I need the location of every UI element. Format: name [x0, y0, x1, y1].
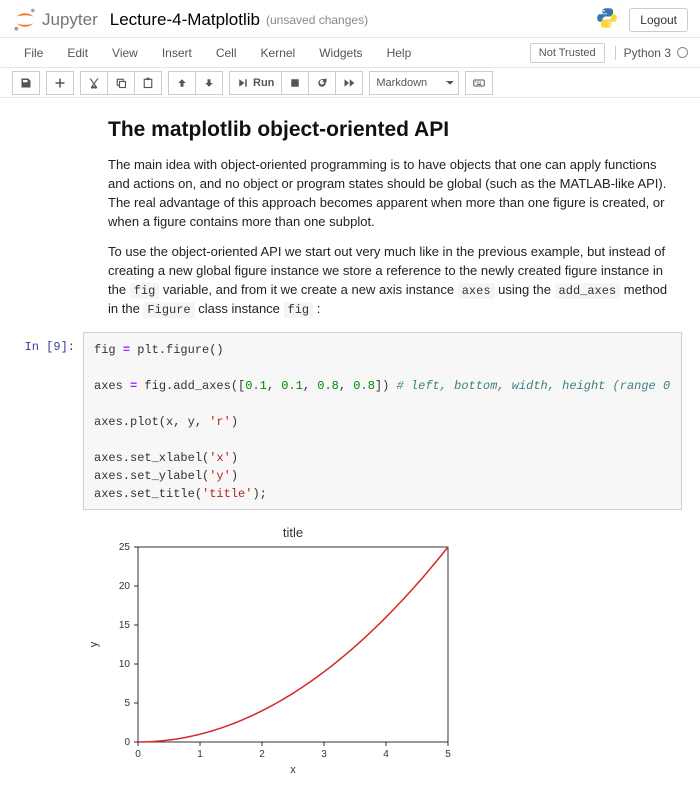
paste-button[interactable] [135, 71, 162, 95]
plus-icon [54, 77, 66, 89]
keyboard-icon [473, 77, 485, 89]
play-step-icon [237, 77, 249, 89]
paragraph-2: To use the object-oriented API we start … [108, 243, 672, 319]
run-all-button[interactable] [336, 71, 363, 95]
markdown-cell[interactable]: The matplotlib object-oriented API The m… [18, 118, 682, 320]
svg-text:15: 15 [119, 620, 131, 631]
fast-forward-icon [343, 77, 355, 89]
logout-button[interactable]: Logout [629, 8, 688, 32]
refresh-icon [316, 77, 328, 89]
svg-text:20: 20 [119, 581, 131, 592]
trusted-indicator[interactable]: Not Trusted [530, 43, 605, 63]
save-button[interactable] [12, 71, 40, 95]
svg-text:x: x [290, 764, 296, 776]
output-prompt [18, 518, 83, 780]
stop-icon [289, 77, 301, 89]
code-input[interactable]: fig = plt.figure() axes = fig.add_axes([… [83, 332, 682, 510]
menu-file[interactable]: File [12, 40, 55, 66]
jupyter-icon [12, 7, 38, 33]
kernel-name: Python 3 [624, 46, 671, 60]
output-plot: 0 1 2 3 4 5 0 5 10 15 20 25 x y title [83, 518, 682, 780]
menu-help[interactable]: Help [375, 40, 424, 66]
svg-text:y: y [88, 641, 100, 647]
cut-button[interactable] [80, 71, 108, 95]
matplotlib-figure: 0 1 2 3 4 5 0 5 10 15 20 25 x y title [83, 522, 463, 777]
svg-text:25: 25 [119, 542, 131, 553]
svg-text:0: 0 [135, 749, 141, 760]
code-cell[interactable]: In [9]: fig = plt.figure() axes = fig.ad… [18, 332, 682, 510]
input-prompt: In [9]: [18, 332, 83, 510]
paragraph-1: The main idea with object-oriented progr… [108, 156, 672, 231]
svg-text:title: title [283, 525, 303, 540]
svg-text:2: 2 [259, 749, 265, 760]
interrupt-button[interactable] [282, 71, 309, 95]
save-status: (unsaved changes) [266, 13, 368, 27]
copy-button[interactable] [108, 71, 135, 95]
arrow-down-icon [203, 77, 215, 89]
python-icon [595, 6, 629, 33]
svg-text:4: 4 [383, 749, 389, 760]
insert-cell-button[interactable] [46, 71, 74, 95]
arrow-up-icon [176, 77, 188, 89]
notebook-name[interactable]: Lecture-4-Matplotlib [110, 10, 260, 30]
save-icon [20, 77, 32, 89]
jupyter-logo[interactable]: Jupyter [12, 7, 98, 33]
output-cell: 0 1 2 3 4 5 0 5 10 15 20 25 x y title [18, 518, 682, 780]
svg-text:3: 3 [321, 749, 327, 760]
move-down-button[interactable] [196, 71, 223, 95]
clipboard-icon [142, 77, 154, 89]
svg-text:5: 5 [124, 698, 130, 709]
kernel-status-icon [677, 47, 688, 58]
menu-edit[interactable]: Edit [55, 40, 100, 66]
svg-text:1: 1 [197, 749, 203, 760]
command-palette-button[interactable] [465, 71, 493, 95]
menu-cell[interactable]: Cell [204, 40, 249, 66]
svg-text:10: 10 [119, 659, 131, 670]
menu-insert[interactable]: Insert [150, 40, 204, 66]
svg-text:0: 0 [124, 737, 130, 748]
menu-view[interactable]: View [100, 40, 150, 66]
brand-text: Jupyter [42, 10, 98, 30]
menu-widgets[interactable]: Widgets [307, 40, 374, 66]
copy-icon [115, 77, 127, 89]
move-up-button[interactable] [168, 71, 196, 95]
restart-button[interactable] [309, 71, 336, 95]
cell-type-select[interactable]: Markdown [369, 71, 459, 95]
run-button[interactable]: Run [229, 71, 282, 95]
menu-kernel[interactable]: Kernel [249, 40, 308, 66]
scissors-icon [88, 77, 100, 89]
kernel-indicator[interactable]: Python 3 [615, 46, 688, 60]
heading: The matplotlib object-oriented API [108, 118, 672, 142]
svg-text:5: 5 [445, 749, 451, 760]
